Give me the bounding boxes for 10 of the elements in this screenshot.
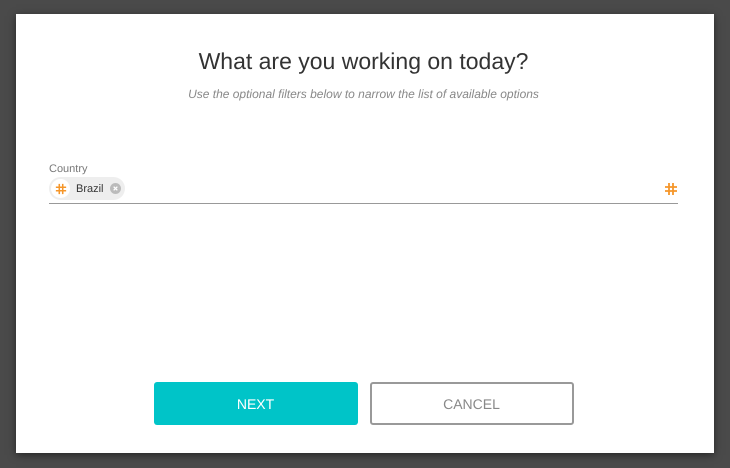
field-label: Country	[49, 163, 88, 175]
country-field[interactable]: Brazil	[49, 175, 678, 204]
cancel-button[interactable]: CANCEL	[370, 382, 574, 425]
dialog-subtitle: Use the optional filters below to narrow the list of available options	[188, 87, 539, 101]
country-chip[interactable]: Brazil	[49, 177, 125, 200]
hash-icon	[664, 182, 678, 196]
chip-label: Brazil	[76, 182, 104, 194]
dialog-title: What are you working on today?	[198, 48, 528, 75]
hash-icon	[54, 182, 66, 194]
remove-chip-icon[interactable]	[110, 183, 121, 194]
